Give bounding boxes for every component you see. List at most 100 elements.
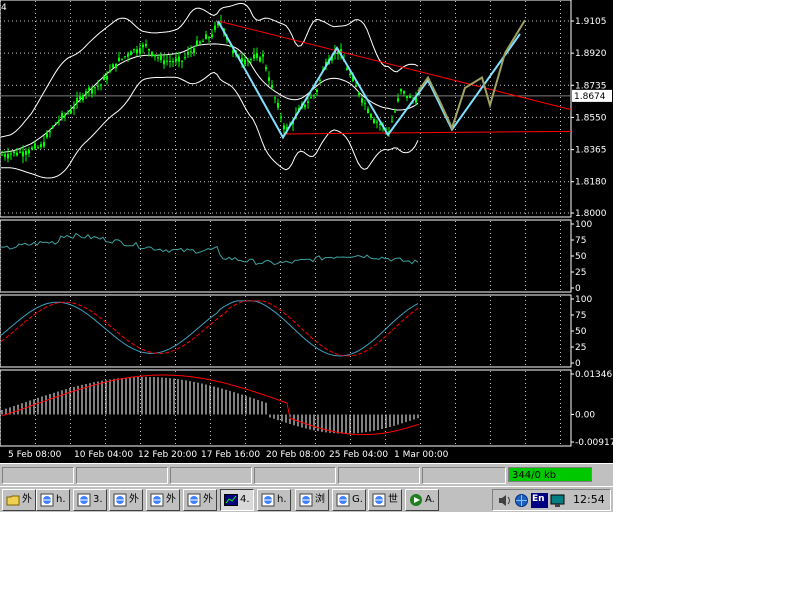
status-bar: 344/0 kb xyxy=(0,463,613,486)
candle-body xyxy=(64,115,66,117)
candle-body xyxy=(151,51,153,57)
candle-body xyxy=(16,152,18,156)
status-cell xyxy=(170,467,252,484)
candle-body xyxy=(394,111,396,113)
monitor-icon[interactable] xyxy=(550,493,565,508)
network-icon[interactable] xyxy=(514,493,529,508)
candle-body xyxy=(118,57,120,62)
candle-body xyxy=(100,84,102,86)
candle-body xyxy=(31,147,33,150)
candle-body xyxy=(28,150,30,154)
candle-body xyxy=(373,119,375,124)
candle-body xyxy=(40,144,42,147)
taskbar-button[interactable]: 外 xyxy=(109,489,143,511)
candle-body xyxy=(4,154,6,157)
status-cell xyxy=(338,467,420,484)
candle-body xyxy=(208,37,210,39)
candle-body xyxy=(22,151,24,157)
candle-body xyxy=(34,143,36,149)
taskbar-button-label: 世 xyxy=(388,494,398,505)
price-chart[interactable]: 1.9105 1.8920 1.8735 1.8550 1.8365 1.8180 1.80… xyxy=(0,0,613,463)
connection-status: 344/0 kb xyxy=(508,467,592,482)
time-axis-label: 12 Feb 20:00 xyxy=(138,450,197,460)
taskbar-button-label: A. xyxy=(425,494,435,505)
time-axis-label: 10 Feb 04:00 xyxy=(74,450,133,460)
candle-body xyxy=(94,87,96,89)
indicator-axis-label: 0 xyxy=(575,284,581,294)
candle-body xyxy=(211,34,213,38)
taskbar-button[interactable]: 3. xyxy=(73,489,107,511)
taskbar-button-label: h. xyxy=(277,494,287,505)
status-cell xyxy=(2,467,74,484)
indicator-axis-label: 50 xyxy=(575,327,587,337)
candle-body xyxy=(67,112,69,114)
taskbar-button[interactable]: 浏 xyxy=(295,489,329,511)
candle-body xyxy=(145,43,147,47)
taskbar-button[interactable]: 世 xyxy=(368,489,402,511)
candle-body xyxy=(73,106,75,110)
candle-body xyxy=(253,54,255,59)
indicator-axis-label: 0.00 xyxy=(575,410,595,420)
candle-body xyxy=(52,125,54,128)
candle-body xyxy=(202,41,204,43)
taskbar-button-label: 外 xyxy=(129,494,139,505)
language-icon[interactable]: En xyxy=(531,493,548,508)
candle-body xyxy=(37,147,39,149)
candle-body xyxy=(199,41,201,44)
browser-icon xyxy=(336,493,350,507)
chart-app-icon xyxy=(224,493,238,507)
candle-body xyxy=(409,95,411,98)
speaker-icon[interactable] xyxy=(497,493,512,508)
candle-body xyxy=(136,49,138,54)
candle-body xyxy=(304,104,306,108)
candle-body xyxy=(169,60,171,62)
taskbar-button[interactable]: h. xyxy=(36,489,70,511)
taskbar-button[interactable]: 外 xyxy=(183,489,217,511)
taskbar-button[interactable]: 4. xyxy=(220,489,254,511)
taskbar-button[interactable]: 外 xyxy=(2,489,36,511)
candle-body xyxy=(349,73,351,76)
candle-body xyxy=(148,48,150,51)
clock: 12:54 xyxy=(573,493,605,506)
taskbar-button[interactable]: G. xyxy=(332,489,366,511)
candle-body xyxy=(91,88,93,94)
taskbar-button[interactable]: h. xyxy=(257,489,291,511)
candle-body xyxy=(157,57,159,59)
candle-body xyxy=(70,110,72,114)
candle-body xyxy=(10,153,12,155)
candle-body xyxy=(154,54,156,57)
browser-icon xyxy=(372,493,386,507)
candle-body xyxy=(193,48,195,53)
candle-body xyxy=(82,95,84,101)
candle-body xyxy=(406,95,408,98)
chart-background xyxy=(0,0,613,463)
candle-body xyxy=(79,96,81,100)
candle-body xyxy=(124,56,126,58)
candle-body xyxy=(262,54,264,57)
candle-body xyxy=(370,113,372,118)
candle-body xyxy=(256,53,258,58)
candle-body xyxy=(184,57,186,59)
indicator-axis-label: 100 xyxy=(575,220,592,230)
taskbar-button[interactable]: 外 xyxy=(146,489,180,511)
candle-body xyxy=(244,59,246,65)
candle-body xyxy=(106,76,108,80)
candle-body xyxy=(76,97,78,103)
time-axis-label: 17 Feb 16:00 xyxy=(201,450,260,460)
browser-icon xyxy=(187,493,201,507)
candle-body xyxy=(316,89,318,92)
candle-body xyxy=(25,150,27,155)
candle-body xyxy=(187,51,189,55)
candle-body xyxy=(163,60,165,65)
status-cell xyxy=(254,467,336,484)
taskbar-button-label: G. xyxy=(352,494,363,505)
candle-body xyxy=(115,63,117,68)
current-price-label: 1.8674 xyxy=(574,92,606,102)
taskbar-button-label: 外 xyxy=(166,494,176,505)
time-axis-label: 1 Mar 00:00 xyxy=(394,450,449,460)
candle-body xyxy=(358,92,360,96)
taskbar-button[interactable]: A. xyxy=(405,489,439,511)
candle-body xyxy=(55,122,57,124)
candle-body xyxy=(346,68,348,71)
candle-body xyxy=(133,49,135,51)
